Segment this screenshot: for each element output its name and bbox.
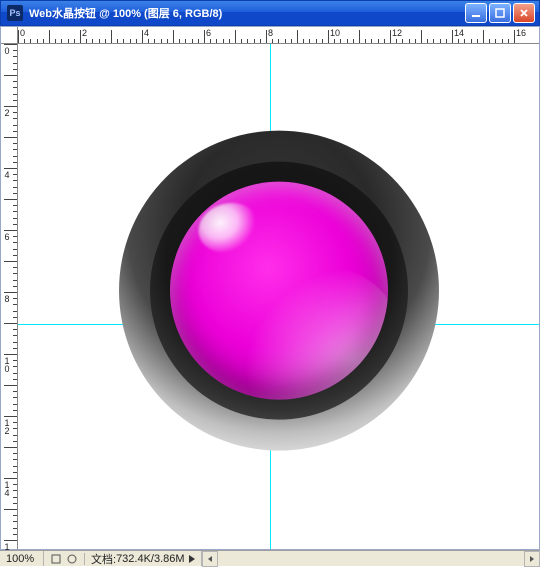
app-icon: Ps: [7, 5, 23, 21]
document-window: 0 2 4 6 8 10 12 14 16 0 2 4 6 8 10 12 14 16: [0, 26, 540, 550]
ruler-v-label: 8: [3, 294, 11, 302]
scroll-right-button[interactable]: [524, 551, 540, 567]
ruler-v-label: 12: [3, 418, 11, 434]
titlebar: Ps Web水晶按钮 @ 100% (图层 6, RGB/8): [0, 0, 540, 26]
ruler-vertical[interactable]: 0246810121416: [1, 44, 18, 549]
ruler-h-label: 10: [330, 28, 340, 38]
horizontal-scrollbar[interactable]: [202, 551, 540, 566]
minimize-button[interactable]: [465, 3, 487, 23]
inner-ring: [150, 161, 408, 419]
doc-size-cell[interactable]: 文档: 732.4K/3.86M: [85, 551, 202, 566]
window-controls: [465, 3, 535, 23]
crystal-sphere: [170, 181, 388, 399]
ruler-h-label: 0: [20, 28, 25, 38]
ruler-h-label: 16: [516, 28, 526, 38]
ruler-v-label: 4: [3, 170, 11, 178]
outer-ring: [119, 130, 439, 450]
status-icon-2[interactable]: [66, 553, 78, 565]
statusbar: 100% 文档: 732.4K/3.86M: [0, 550, 540, 566]
zoom-field[interactable]: 100%: [0, 551, 44, 566]
ruler-h-label: 8: [268, 28, 273, 38]
ruler-h-label: 2: [82, 28, 87, 38]
doc-size-label: 文档:: [91, 551, 116, 567]
status-icons: [44, 553, 85, 565]
ruler-h-label: 12: [392, 28, 402, 38]
canvas[interactable]: [18, 44, 539, 549]
doc-size-value: 732.4K/3.86M: [116, 553, 185, 565]
sphere-highlight: [201, 243, 388, 399]
maximize-button[interactable]: [489, 3, 511, 23]
ruler-v-label: 14: [3, 480, 11, 496]
ruler-h-label: 4: [144, 28, 149, 38]
close-button[interactable]: [513, 3, 535, 23]
ruler-v-label: 6: [3, 232, 11, 240]
doc-size-menu-icon[interactable]: [189, 555, 195, 563]
ruler-v-label: 2: [3, 108, 11, 116]
crystal-button-artwork: [119, 130, 439, 450]
ruler-horizontal[interactable]: 0 2 4 6 8 10 12 14 16: [18, 27, 539, 44]
ruler-h-label: 14: [454, 28, 464, 38]
ruler-origin[interactable]: [1, 27, 18, 44]
ruler-v-label: 10: [3, 356, 11, 372]
status-icon-1[interactable]: [50, 553, 62, 565]
scroll-left-button[interactable]: [202, 551, 218, 567]
window-title: Web水晶按钮 @ 100% (图层 6, RGB/8): [29, 5, 465, 21]
ruler-v-label: 0: [3, 46, 11, 54]
ruler-h-label: 6: [206, 28, 211, 38]
